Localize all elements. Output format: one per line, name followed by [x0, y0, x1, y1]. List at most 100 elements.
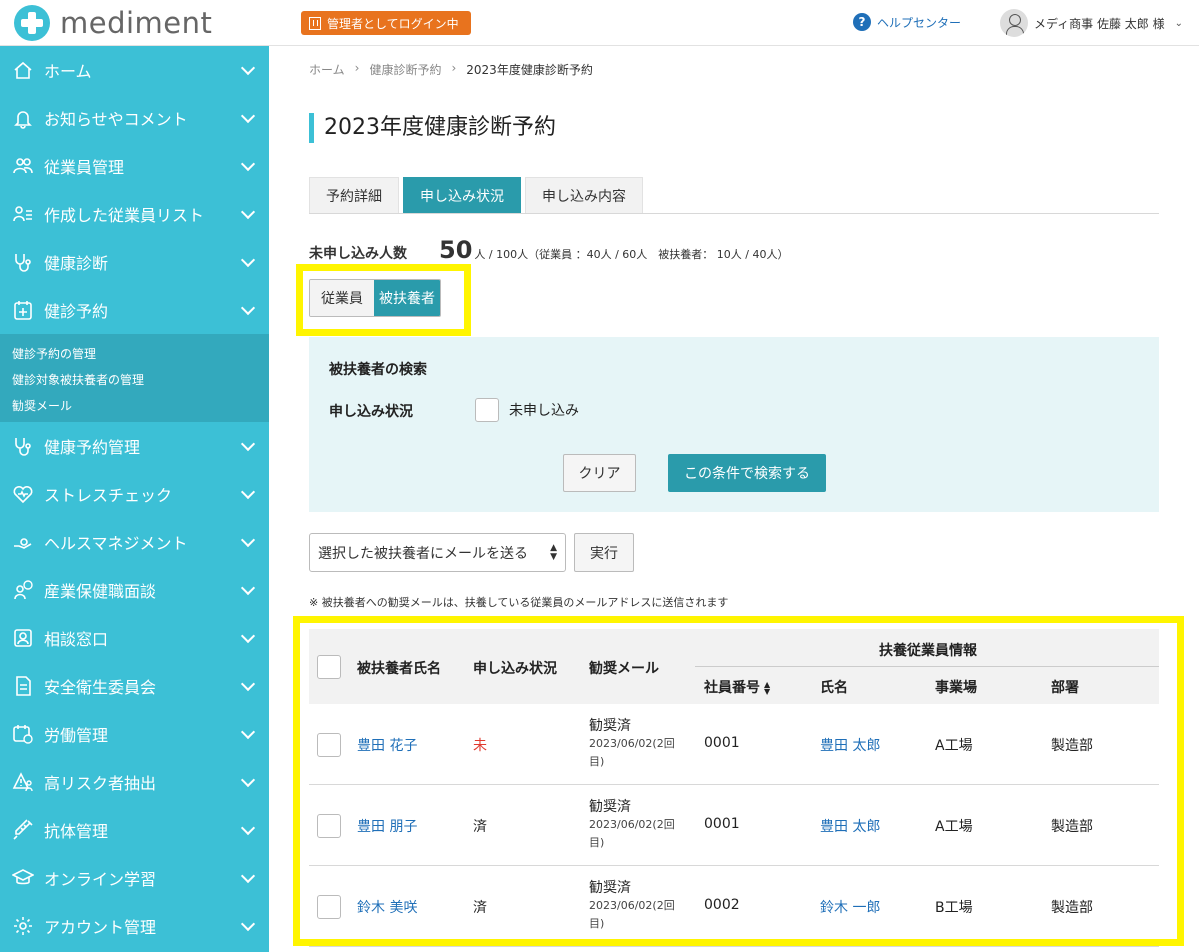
breadcrumb: ホーム › 健康診断予約 › 2023年度健康診断予約 [309, 61, 593, 78]
sidebar-item[interactable]: 健康診断 [0, 238, 269, 286]
user-menu[interactable]: メディ商事 佐藤 太郎 様 ⌄ [1000, 9, 1183, 37]
sidebar-item[interactable]: アカウント管理 [0, 902, 269, 950]
mail-status-label: 勧奨済 [589, 880, 631, 896]
site-value: B工場 [935, 900, 973, 916]
chevron-down-icon [240, 868, 256, 884]
chevron-down-icon [240, 108, 256, 124]
sidebar-item[interactable]: 産業保健職面談 [0, 566, 269, 614]
tab-reservation-details[interactable]: 予約詳細 [309, 177, 399, 213]
sidebar-item[interactable]: 高リスク者抽出 [0, 758, 269, 806]
chevron-down-icon [240, 628, 256, 644]
table-row: 鈴木 美咲 済 勧奨済 2023/06/02(2回 目) 0002 鈴木 一郎 B工場 製造部 [309, 866, 1159, 947]
sidebar-item-label: ストレスチェック [44, 486, 173, 505]
unapplied-checkbox[interactable] [475, 398, 499, 422]
employee-name-link[interactable]: 豊田 太郎 [820, 816, 880, 836]
chevron-down-icon [240, 156, 256, 172]
sidebar-item-label: 産業保健職面談 [44, 582, 157, 601]
employee-name-link[interactable]: 豊田 太郎 [820, 735, 880, 755]
chevron-down-icon [240, 252, 256, 268]
sidebar-subnav: 健診予約の管理 健診対象被扶養者の管理 勧奨メール [0, 334, 269, 422]
help-center-link[interactable]: ? ヘルプセンター [853, 13, 961, 31]
sidebar-item-label: 高リスク者抽出 [44, 774, 157, 793]
row-checkbox[interactable] [317, 895, 341, 919]
status-value: 済 [473, 819, 487, 835]
site-value: A工場 [935, 738, 973, 754]
tab-application-content[interactable]: 申し込み内容 [525, 177, 643, 213]
sidebar-item[interactable]: 作成した従業員リスト [0, 190, 269, 238]
logo-plus-icon [14, 5, 50, 41]
stethoscope-icon [12, 251, 34, 273]
search-status-label: 申し込み状況 [329, 404, 413, 420]
subnav-item-reservation-manage[interactable]: 健診予約の管理 [0, 340, 269, 366]
clear-button[interactable]: クリア [563, 454, 636, 492]
chevron-down-icon [240, 820, 256, 836]
chat-user-icon [12, 579, 34, 601]
subnav-item-reminder-mail[interactable]: 勧奨メール [0, 392, 269, 418]
sidebar-item[interactable]: オンライン学習 [0, 854, 269, 902]
sidebar-item[interactable]: 労働管理 [0, 710, 269, 758]
sidebar-item[interactable]: ヘルスマネジメント [0, 518, 269, 566]
sidebar-item[interactable]: 相談窓口 [0, 614, 269, 662]
row-checkbox[interactable] [317, 733, 341, 757]
user-name: メディ商事 佐藤 太郎 様 [1034, 16, 1165, 31]
sidebar-item[interactable]: ホーム [0, 46, 269, 94]
home-icon [12, 59, 34, 81]
header-dependent-name: 被扶養者氏名 [357, 661, 441, 677]
bell-icon [12, 107, 34, 129]
search-title: 被扶養者の検索 [329, 362, 427, 378]
status-value: 済 [473, 900, 487, 916]
mail-date: 2023/06/02(2回 [589, 899, 675, 912]
mail-date-cont: 目) [589, 917, 605, 930]
unapplied-count-detail: 人 / 100人（従業員 ：40人 / 60人 被扶養者： 10人 / 40人） [474, 248, 789, 261]
sidebar-item[interactable]: 健康予約管理 [0, 422, 269, 470]
sidebar-item[interactable]: 抗体管理 [0, 806, 269, 854]
breadcrumb-current: 2023年度健康診断予約 [466, 63, 593, 77]
admin-badge-label: 管理者としてログイン中 [327, 16, 459, 31]
breadcrumb-reservation[interactable]: 健康診断予約 [369, 61, 441, 78]
sidebar-item[interactable]: ストレスチェック [0, 470, 269, 518]
breadcrumb-home[interactable]: ホーム [309, 61, 345, 78]
header-employee-number[interactable]: 社員番号 ▲ ▼ [704, 677, 770, 697]
employee-name-link[interactable]: 鈴木 一郎 [820, 897, 880, 917]
unapplied-filter: 未申し込み [475, 398, 579, 422]
header-employee-name: 氏名 [820, 680, 848, 696]
sidebar-item[interactable]: 健診予約 [0, 286, 269, 334]
sort-icon[interactable]: ▲ ▼ [764, 681, 770, 696]
select-all-checkbox[interactable] [317, 655, 341, 679]
sidebar-item[interactable]: 従業員管理 [0, 142, 269, 190]
toggle-employees[interactable]: 従業員 [310, 280, 374, 316]
tab-application-status[interactable]: 申し込み状況 [403, 177, 521, 213]
site-value: A工場 [935, 819, 973, 835]
row-checkbox[interactable] [317, 814, 341, 838]
bulk-action-select[interactable]: 選択した被扶養者にメールを送る ▲ ▼ [309, 533, 566, 572]
chevron-down-icon [240, 676, 256, 692]
sidebar-item[interactable]: お知らせやコメント [0, 94, 269, 142]
select-arrows-icon: ▲ ▼ [550, 543, 557, 562]
stethoscope-icon [12, 435, 34, 457]
header-status: 申し込み状況 [473, 661, 557, 677]
dependent-name-link[interactable]: 鈴木 美咲 [357, 897, 417, 917]
toggle-dependents[interactable]: 被扶養者 [374, 280, 440, 316]
subnav-item-dependents-manage[interactable]: 健診対象被扶養者の管理 [0, 366, 269, 392]
sidebar-item[interactable]: 安全衛生委員会 [0, 662, 269, 710]
heart-icon [12, 483, 34, 505]
calendar-plus-icon [12, 299, 34, 321]
syringe-icon [12, 819, 34, 841]
header-mail: 勧奨メール [589, 661, 659, 677]
table-header: 被扶養者氏名 申し込み状況 勧奨メール 扶養従業員情報 社員番号 ▲ ▼ 氏名 事業… [309, 629, 1159, 704]
unapplied-count-value: 50 [439, 236, 473, 264]
calendar-clock-icon [12, 723, 34, 745]
sidebar-item-label: 作成した従業員リスト [44, 206, 205, 225]
unapplied-checkbox-label: 未申し込み [509, 403, 579, 419]
status-value: 未 [473, 738, 487, 754]
header-site: 事業場 [935, 680, 977, 696]
search-button[interactable]: この条件で検索する [668, 454, 826, 492]
logo-text: mediment [60, 6, 213, 40]
chevron-down-icon [240, 724, 256, 740]
dependent-name-link[interactable]: 豊田 花子 [357, 735, 417, 755]
logo[interactable]: mediment [14, 5, 212, 41]
execute-button[interactable]: 実行 [574, 533, 634, 572]
unapplied-count: 未申し込み人数 50 人 / 100人（従業員 ：40人 / 60人 被扶養者：… [309, 236, 788, 264]
building-icon [309, 16, 321, 30]
dependent-name-link[interactable]: 豊田 朋子 [357, 816, 417, 836]
